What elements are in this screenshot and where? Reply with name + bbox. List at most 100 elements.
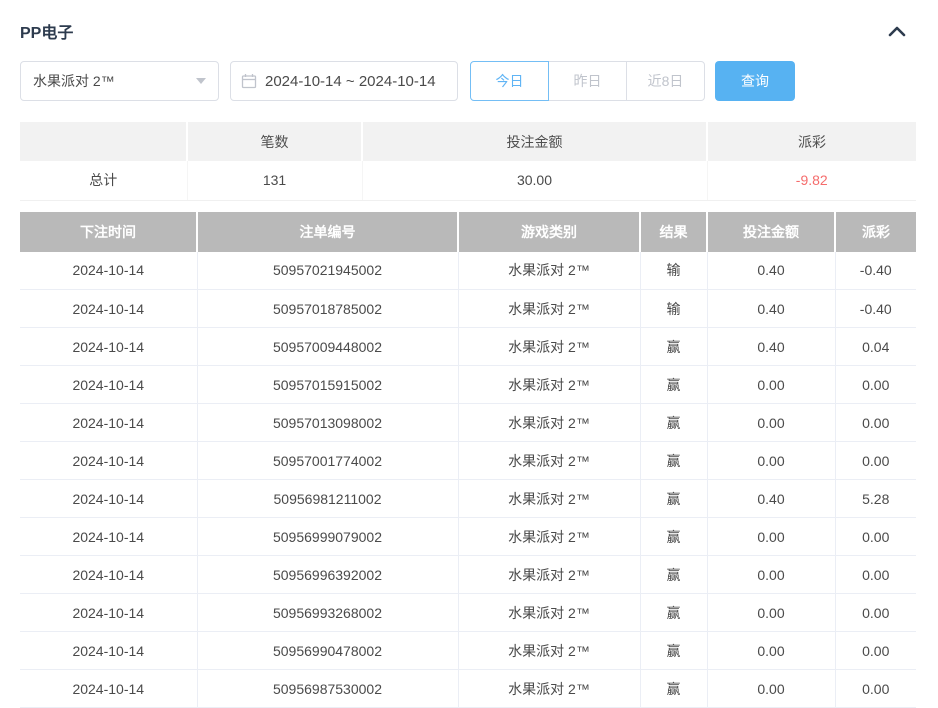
record-cell-result: 赢 (640, 518, 707, 556)
record-cell-bet-time: 2024-10-14 (20, 328, 197, 366)
record-cell-game-type: 水果派对 2™ (458, 366, 640, 404)
record-cell-bet-time: 2024-10-14 (20, 366, 197, 404)
record-row: 2024-10-1450957018785002水果派对 2™输0.40-0.4… (20, 290, 916, 328)
record-cell-bet-time: 2024-10-14 (20, 480, 197, 518)
record-row: 2024-10-1450957001774002水果派对 2™赢0.000.00 (20, 442, 916, 480)
record-cell-order-id: 50956996392002 (197, 556, 458, 594)
record-cell-game-type: 水果派对 2™ (458, 404, 640, 442)
record-cell-bet-amount: 0.40 (707, 252, 835, 290)
record-cell-bet-time: 2024-10-14 (20, 404, 197, 442)
yesterday-button[interactable]: 昨日 (548, 61, 627, 101)
record-cell-bet-time: 2024-10-14 (20, 290, 197, 328)
summary-table: 笔数 投注金额 派彩 总计 131 30.00 -9.82 (20, 122, 916, 201)
chevron-up-icon (888, 25, 906, 37)
record-cell-result: 赢 (640, 328, 707, 366)
record-cell-payout: 0.04 (835, 328, 916, 366)
record-cell-result: 赢 (640, 670, 707, 708)
record-cell-payout: 0.00 (835, 632, 916, 670)
record-cell-bet-amount: 0.00 (707, 442, 835, 480)
record-cell-result: 赢 (640, 632, 707, 670)
summary-total-bet-amount: 30.00 (362, 161, 707, 200)
record-row: 2024-10-1450957015915002水果派对 2™赢0.000.00 (20, 366, 916, 404)
record-cell-bet-amount: 0.00 (707, 366, 835, 404)
today-button[interactable]: 今日 (470, 61, 549, 101)
quick-date-button-group: 今日 昨日 近8日 (470, 61, 705, 101)
record-cell-game-type: 水果派对 2™ (458, 480, 640, 518)
records-header-row: 下注时间 注单编号 游戏类别 结果 投注金额 派彩 (20, 212, 916, 252)
record-cell-result: 输 (640, 290, 707, 328)
record-cell-bet-amount: 0.40 (707, 480, 835, 518)
record-cell-payout: 0.00 (835, 594, 916, 632)
calendar-icon (241, 73, 257, 89)
record-cell-order-id: 50957018785002 (197, 290, 458, 328)
records-col-order-id: 注单编号 (197, 212, 458, 252)
record-cell-game-type: 水果派对 2™ (458, 556, 640, 594)
record-cell-bet-time: 2024-10-14 (20, 252, 197, 290)
record-cell-result: 赢 (640, 556, 707, 594)
last-8-days-button[interactable]: 近8日 (626, 61, 705, 101)
record-cell-game-type: 水果派对 2™ (458, 442, 640, 480)
records-table: 下注时间 注单编号 游戏类别 结果 投注金额 派彩 2024-10-145095… (20, 212, 916, 708)
record-cell-bet-amount: 0.00 (707, 556, 835, 594)
record-cell-result: 输 (640, 252, 707, 290)
record-cell-game-type: 水果派对 2™ (458, 594, 640, 632)
record-cell-game-type: 水果派对 2™ (458, 518, 640, 556)
summary-col-payout: 派彩 (707, 122, 916, 161)
search-button[interactable]: 查询 (715, 61, 795, 101)
record-cell-bet-time: 2024-10-14 (20, 556, 197, 594)
page-title: PP电子 (20, 19, 73, 43)
record-cell-order-id: 50956981211002 (197, 480, 458, 518)
collapse-button[interactable] (888, 25, 906, 37)
record-cell-game-type: 水果派对 2™ (458, 252, 640, 290)
record-cell-bet-time: 2024-10-14 (20, 594, 197, 632)
record-cell-bet-amount: 0.40 (707, 328, 835, 366)
panel-header: PP电子 (20, 20, 916, 42)
record-row: 2024-10-1450956981211002水果派对 2™赢0.405.28 (20, 480, 916, 518)
record-cell-bet-time: 2024-10-14 (20, 632, 197, 670)
summary-total-row: 总计 131 30.00 -9.82 (20, 161, 916, 200)
record-cell-bet-amount: 0.00 (707, 404, 835, 442)
record-row: 2024-10-1450957009448002水果派对 2™赢0.400.04 (20, 328, 916, 366)
record-cell-order-id: 50957009448002 (197, 328, 458, 366)
filter-bar: 水果派对 2™ 2024-10-14 ~ 2024-10-14 今日 昨日 近8… (20, 61, 916, 101)
record-cell-bet-amount: 0.00 (707, 594, 835, 632)
record-row: 2024-10-1450957021945002水果派对 2™输0.40-0.4… (20, 252, 916, 290)
records-col-game-type: 游戏类别 (458, 212, 640, 252)
record-row: 2024-10-1450956987530002水果派对 2™赢0.000.00 (20, 670, 916, 708)
records-tbody: 2024-10-1450957021945002水果派对 2™输0.40-0.4… (20, 252, 916, 708)
record-cell-payout: 0.00 (835, 442, 916, 480)
summary-total-label: 总计 (20, 161, 187, 200)
records-col-payout: 派彩 (835, 212, 916, 252)
summary-total-payout: -9.82 (707, 161, 916, 200)
record-row: 2024-10-1450956990478002水果派对 2™赢0.000.00 (20, 632, 916, 670)
record-cell-order-id: 50957021945002 (197, 252, 458, 290)
record-cell-result: 赢 (640, 480, 707, 518)
game-select[interactable]: 水果派对 2™ (20, 61, 219, 101)
record-row: 2024-10-1450956996392002水果派对 2™赢0.000.00 (20, 556, 916, 594)
record-cell-payout: 5.28 (835, 480, 916, 518)
record-cell-bet-time: 2024-10-14 (20, 518, 197, 556)
record-cell-game-type: 水果派对 2™ (458, 328, 640, 366)
summary-col-blank (20, 122, 187, 161)
record-cell-order-id: 50956987530002 (197, 670, 458, 708)
record-row: 2024-10-1450957013098002水果派对 2™赢0.000.00 (20, 404, 916, 442)
summary-col-count: 笔数 (187, 122, 362, 161)
summary-header-row: 笔数 投注金额 派彩 (20, 122, 916, 161)
caret-down-icon (196, 78, 206, 84)
record-cell-payout: 0.00 (835, 404, 916, 442)
record-cell-bet-time: 2024-10-14 (20, 442, 197, 480)
record-cell-order-id: 50957013098002 (197, 404, 458, 442)
pp-games-panel: PP电子 水果派对 2™ 2024-10-14 ~ 2024-10-14 (0, 0, 938, 708)
records-col-bet-amount: 投注金额 (707, 212, 835, 252)
record-cell-game-type: 水果派对 2™ (458, 670, 640, 708)
record-cell-order-id: 50957015915002 (197, 366, 458, 404)
record-cell-result: 赢 (640, 442, 707, 480)
summary-col-bet-amount: 投注金额 (362, 122, 707, 161)
record-cell-payout: 0.00 (835, 366, 916, 404)
record-cell-bet-amount: 0.00 (707, 670, 835, 708)
record-row: 2024-10-1450956993268002水果派对 2™赢0.000.00 (20, 594, 916, 632)
record-cell-result: 赢 (640, 404, 707, 442)
record-cell-payout: 0.00 (835, 556, 916, 594)
record-cell-order-id: 50957001774002 (197, 442, 458, 480)
date-range-input[interactable]: 2024-10-14 ~ 2024-10-14 (230, 61, 458, 101)
